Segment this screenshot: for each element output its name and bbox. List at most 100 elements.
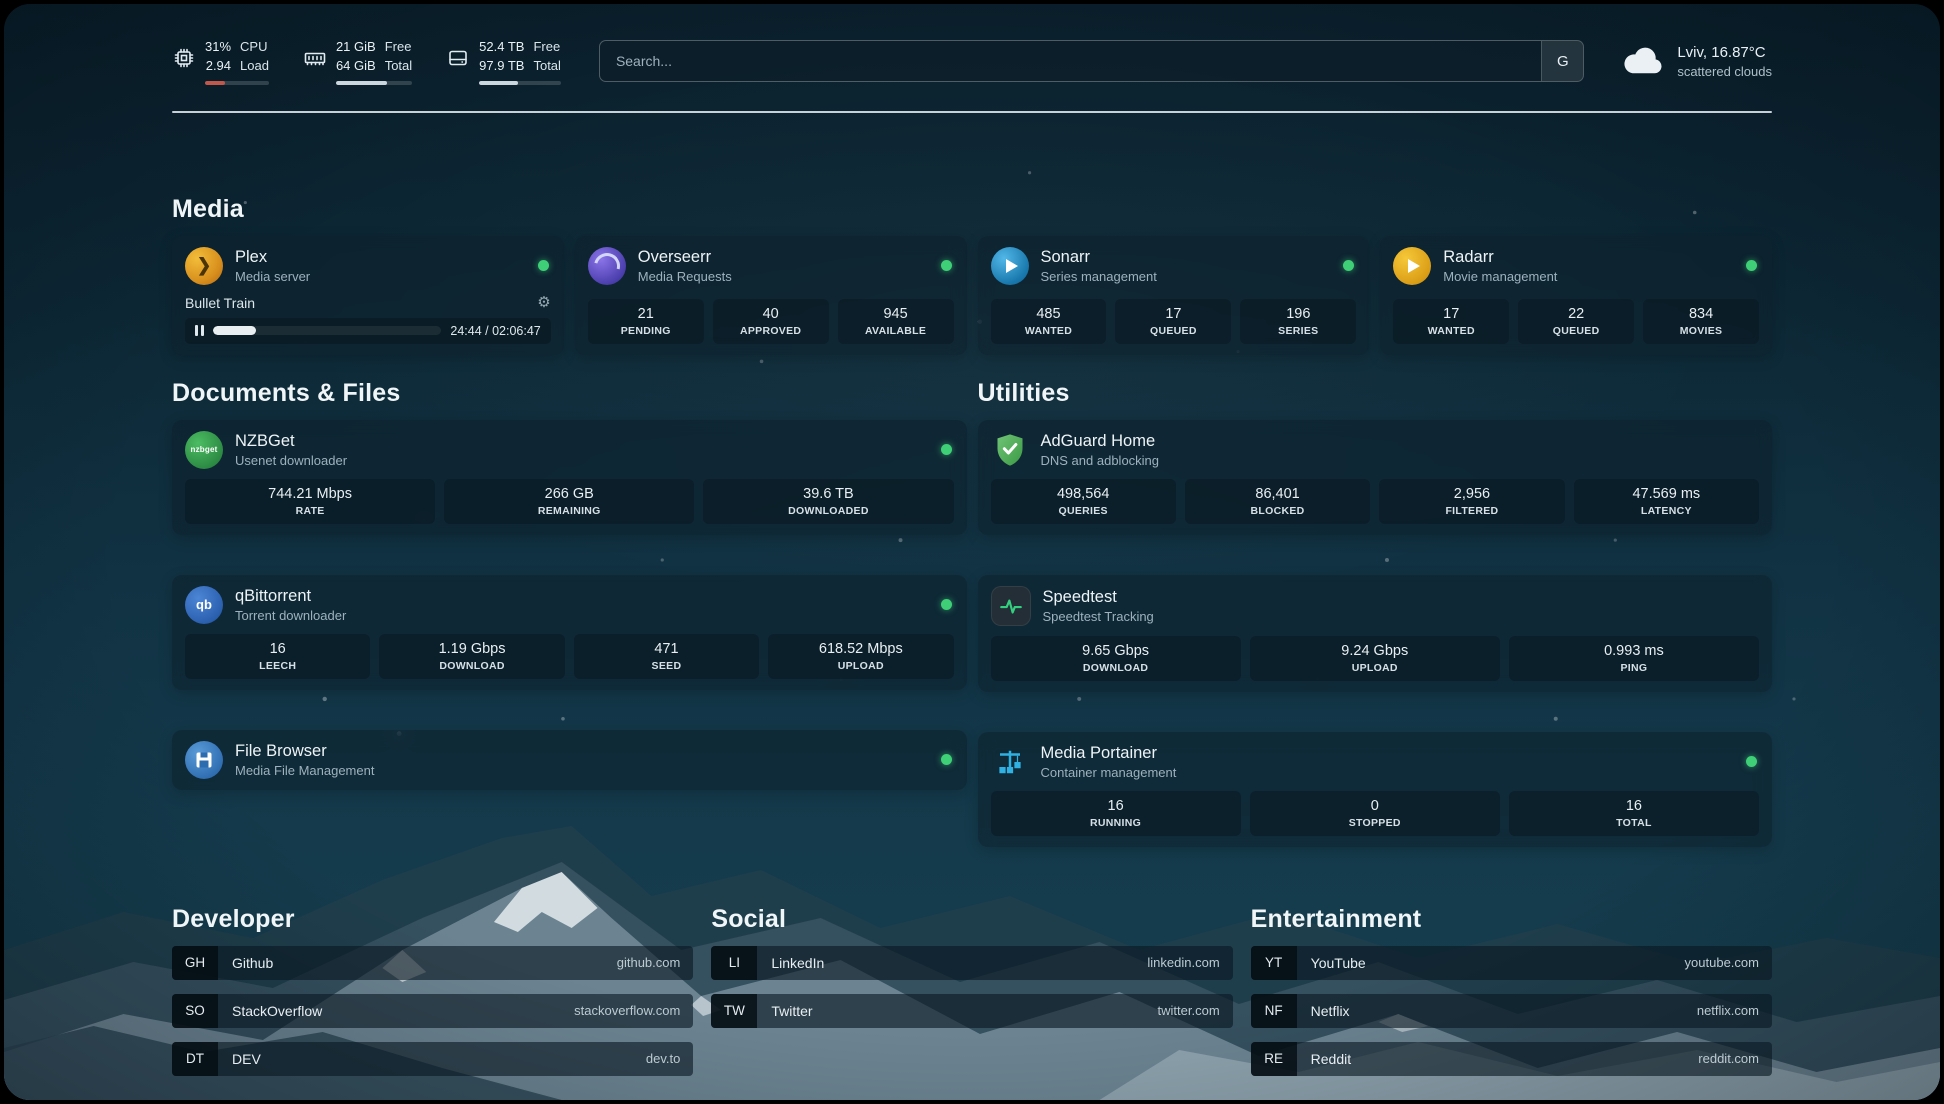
playback-progress <box>213 326 256 335</box>
bookmark-url: github.com <box>617 955 681 970</box>
topbar-divider <box>172 111 1772 113</box>
bookmark-abbr: DT <box>172 1042 218 1076</box>
bookmark-dev[interactable]: DT DEV dev.to <box>172 1042 693 1076</box>
app-description: Media server <box>235 269 526 284</box>
stat-box: 86,401 BLOCKED <box>1185 479 1370 524</box>
status-dot <box>941 444 952 455</box>
bookmark-name: Netflix <box>1311 1003 1350 1019</box>
sonarr-icon <box>991 247 1029 285</box>
app-card-qbittorrent[interactable]: qb qBittorrent Torrent downloader 16 <box>172 575 967 690</box>
stat-box: 9.65 Gbps DOWNLOAD <box>991 636 1241 681</box>
bookmark-linkedin[interactable]: LI LinkedIn linkedin.com <box>711 946 1232 980</box>
bookmark-netflix[interactable]: NF Netflix netflix.com <box>1251 994 1772 1028</box>
stat-box: 17 WANTED <box>1393 299 1509 344</box>
app-card-radarr[interactable]: Radarr Movie management 17 WANTED 22 QUE… <box>1380 236 1772 355</box>
app-card-sonarr[interactable]: Sonarr Series management 485 WANTED 17 Q… <box>978 236 1370 355</box>
bookmark-abbr: YT <box>1251 946 1297 980</box>
stat-box: 9.24 Gbps UPLOAD <box>1250 636 1500 681</box>
stat-box: 1.19 Gbps DOWNLOAD <box>379 634 564 679</box>
disk-total-label: Total <box>533 57 560 76</box>
app-card-adguard[interactable]: AdGuard Home DNS and adblocking 498,564 … <box>978 420 1773 535</box>
app-card-plex[interactable]: ❯ Plex Media server Bullet Train ⚙ <box>172 236 564 355</box>
memory-free-label: Free <box>385 38 412 57</box>
status-dot <box>538 260 549 271</box>
bookmark-name: YouTube <box>1311 955 1366 971</box>
app-name: Sonarr <box>1041 248 1332 267</box>
search-input[interactable] <box>600 41 1541 81</box>
dashboard-screen: 31% 2.94 CPU Load <box>4 4 1940 1100</box>
cpu-icon <box>172 46 196 70</box>
adguard-icon <box>991 431 1029 469</box>
bookmark-github[interactable]: GH Github github.com <box>172 946 693 980</box>
bookmark-twitter[interactable]: TW Twitter twitter.com <box>711 994 1232 1028</box>
disk-icon <box>446 46 470 70</box>
cpu-load-value: 2.94 <box>205 57 231 76</box>
gear-icon[interactable]: ⚙ <box>537 295 550 310</box>
app-card-nzbget[interactable]: nzbget NZBGet Usenet downloader 744.21 M… <box>172 420 967 535</box>
bookmark-group-title: Social <box>711 905 1232 934</box>
bookmark-url: dev.to <box>646 1051 680 1066</box>
topbar: 31% 2.94 CPU Load <box>172 38 1772 85</box>
playback-time: 24:44 / 02:06:47 <box>450 324 540 338</box>
app-name: Plex <box>235 248 526 267</box>
bookmark-group-social: Social LI LinkedIn linkedin.com TW Twitt… <box>711 905 1232 1076</box>
disk-usage-bar <box>479 81 561 85</box>
app-name: Radarr <box>1443 248 1734 267</box>
filebrowser-icon <box>185 741 223 779</box>
bookmark-url: youtube.com <box>1685 955 1759 970</box>
app-card-filebrowser[interactable]: File Browser Media File Management <box>172 730 967 790</box>
section-title-files: Documents & Files <box>172 379 967 408</box>
weather-condition: scattered clouds <box>1677 64 1772 79</box>
bookmark-reddit[interactable]: RE Reddit reddit.com <box>1251 1042 1772 1076</box>
stat-box: 266 GB REMAINING <box>444 479 694 524</box>
app-name: File Browser <box>235 742 929 761</box>
section-media: Media ❯ Plex Media server <box>172 195 1772 355</box>
stat-box: 0.993 ms PING <box>1509 636 1759 681</box>
app-name: AdGuard Home <box>1041 432 1760 451</box>
status-dot <box>941 260 952 271</box>
bookmark-group-entertainment: Entertainment YT YouTube youtube.com NF … <box>1251 905 1772 1076</box>
playback-bar[interactable]: 24:44 / 02:06:47 <box>185 318 551 344</box>
stat-box: 40 APPROVED <box>713 299 829 344</box>
stat-box: 196 SERIES <box>1240 299 1356 344</box>
stat-box: 0 STOPPED <box>1250 791 1500 836</box>
bookmark-name: LinkedIn <box>771 955 824 971</box>
stat-box: 21 PENDING <box>588 299 704 344</box>
app-description: Torrent downloader <box>235 608 929 623</box>
playback-track[interactable] <box>213 326 442 335</box>
weather-widget: Lviv, 16.87°C scattered clouds <box>1622 44 1772 79</box>
radarr-icon <box>1393 247 1431 285</box>
cloud-icon <box>1622 46 1664 76</box>
stat-box: 498,564 QUERIES <box>991 479 1176 524</box>
bookmark-name: DEV <box>232 1051 261 1067</box>
stat-box: 834 MOVIES <box>1643 299 1759 344</box>
section-files: Documents & Files nzbget NZBGet Usenet d… <box>172 379 967 790</box>
app-description: Container management <box>1041 765 1735 780</box>
system-metrics: 31% 2.94 CPU Load <box>172 38 561 85</box>
bookmark-url: stackoverflow.com <box>574 1003 680 1018</box>
weather-location: Lviv, 16.87°C <box>1677 44 1772 61</box>
app-card-portainer[interactable]: Media Portainer Container management 16 … <box>978 732 1773 847</box>
bookmark-group-developer: Developer GH Github github.com SO StackO… <box>172 905 693 1076</box>
disk-metric: 52.4 TB 97.9 TB Free Total <box>446 38 561 85</box>
stat-box: 47.569 ms LATENCY <box>1574 479 1759 524</box>
memory-total-label: Total <box>385 57 412 76</box>
speedtest-icon <box>991 586 1031 626</box>
stat-box: 17 QUEUED <box>1115 299 1231 344</box>
app-name: NZBGet <box>235 432 929 451</box>
app-name: Overseerr <box>638 248 929 267</box>
search-engine-button[interactable]: G <box>1541 41 1583 81</box>
pause-icon[interactable] <box>195 325 204 336</box>
disk-free-label: Free <box>533 38 560 57</box>
bookmark-abbr: LI <box>711 946 757 980</box>
cpu-metric: 31% 2.94 CPU Load <box>172 38 269 85</box>
stat-box: 16 LEECH <box>185 634 370 679</box>
bookmark-abbr: NF <box>1251 994 1297 1028</box>
memory-free-value: 21 GiB <box>336 38 376 57</box>
bookmark-youtube[interactable]: YT YouTube youtube.com <box>1251 946 1772 980</box>
app-card-speedtest[interactable]: Speedtest Speedtest Tracking 9.65 Gbps D… <box>978 575 1773 692</box>
app-card-overseerr[interactable]: Overseerr Media Requests 21 PENDING 40 A… <box>575 236 967 355</box>
stat-box: 16 RUNNING <box>991 791 1241 836</box>
bookmark-stackoverflow[interactable]: SO StackOverflow stackoverflow.com <box>172 994 693 1028</box>
bookmark-url: twitter.com <box>1158 1003 1220 1018</box>
